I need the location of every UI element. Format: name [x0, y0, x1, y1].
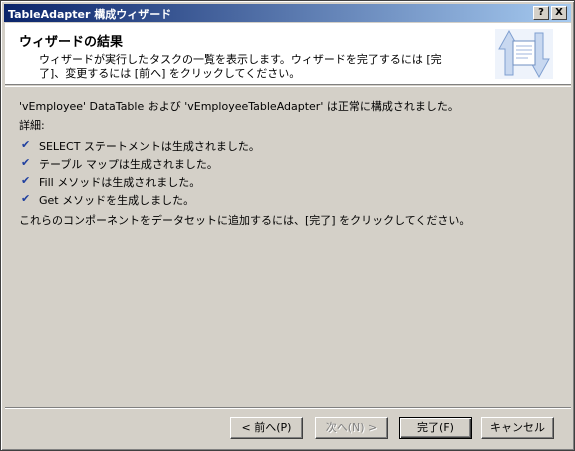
button-divider — [5, 407, 571, 409]
prev-button[interactable]: < 前へ(P) — [230, 417, 303, 439]
window-title: TableAdapter 構成ウィザード — [8, 8, 172, 21]
title-bar[interactable]: TableAdapter 構成ウィザード ? X — [4, 4, 571, 22]
page-title: ウィザードの結果 — [19, 35, 124, 50]
checkmark-icon: ✔ — [21, 192, 31, 205]
wizard-header: ウィザードの結果 ウィザードが実行したタスクの一覧を表示します。ウィザードを完了… — [5, 23, 571, 85]
footer-message: これらのコンポーネントをデータセットに追加するには、[完了] をクリックしてくだ… — [19, 214, 471, 227]
page-description: ウィザードが実行したタスクの一覧を表示します。ウィザードを完了するには [完了]… — [39, 53, 442, 80]
checkmark-icon: ✔ — [21, 138, 31, 151]
header-divider — [5, 86, 571, 87]
checkmark-icon: ✔ — [21, 174, 31, 187]
help-button[interactable]: ? — [533, 6, 549, 20]
wizard-window: TableAdapter 構成ウィザード ? X ウィザードの結果 ウィザードが… — [0, 0, 575, 451]
finish-button[interactable]: 完了(F) — [399, 417, 472, 439]
data-transfer-icon — [495, 29, 553, 79]
success-message: 'vEmployee' DataTable および 'vEmployeeTabl… — [19, 100, 459, 113]
cancel-button[interactable]: キャンセル — [481, 417, 554, 439]
close-button[interactable]: X — [551, 6, 567, 20]
details-label: 詳細: — [19, 119, 45, 132]
close-icon: X — [555, 7, 563, 18]
next-button[interactable]: 次へ(N) > — [315, 417, 388, 439]
help-icon: ? — [538, 7, 544, 18]
checkmark-icon: ✔ — [21, 156, 31, 169]
